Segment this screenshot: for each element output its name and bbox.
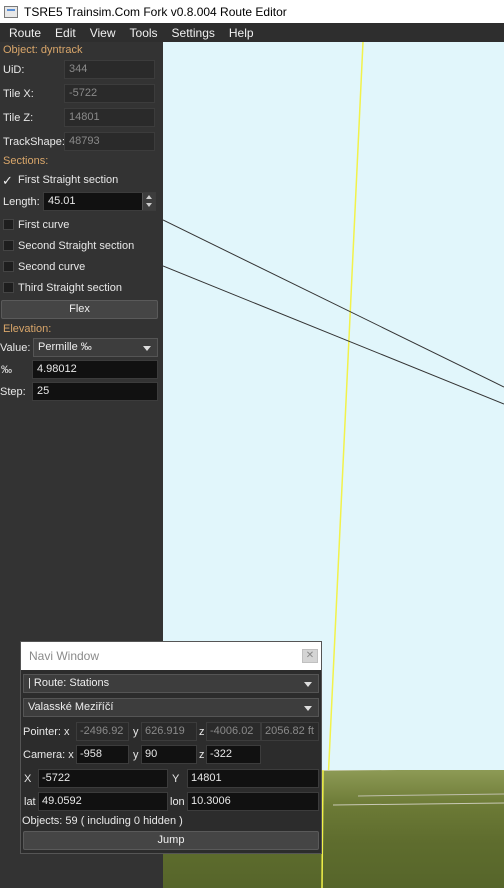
tile-x-input[interactable]: -5722 [38, 769, 168, 788]
trackshape-row: TrackShape: 48793 [0, 131, 163, 153]
step-row: Step: 25 [0, 381, 163, 403]
lat-label: lat [24, 796, 36, 808]
station-select[interactable]: Valasské Meziříčí [23, 698, 319, 717]
camera-label: Camera: x [23, 749, 74, 761]
camera-z-label: z [199, 749, 205, 761]
menu-bar: Route Edit View Tools Settings Help [0, 23, 504, 42]
spin-up-icon[interactable] [146, 195, 152, 199]
third-straight-checkbox[interactable] [3, 282, 14, 293]
pointer-ft-field: 2056.82 ft [261, 722, 319, 741]
tilez-field: 14801 [64, 108, 155, 127]
value-select[interactable]: Permille ‰ [33, 338, 158, 357]
pointer-y-label: y [133, 726, 139, 738]
second-straight-row[interactable]: Second Straight section [0, 235, 163, 257]
object-section-label: Object: dyntrack [3, 44, 83, 56]
pointer-y-field: 626.919 [141, 722, 197, 741]
station-select-text: Valasské Meziříčí [28, 701, 114, 713]
uid-field: 344 [64, 60, 155, 79]
tilez-row: Tile Z: 14801 [0, 107, 163, 129]
window-title: TSRE5 Trainsim.Com Fork v0.8.004 Route E… [24, 4, 287, 19]
trackshape-field: 48793 [64, 132, 155, 151]
first-curve-label: First curve [18, 219, 70, 231]
track-line-yellow [322, 42, 364, 888]
step-input[interactable]: 25 [32, 382, 158, 401]
menu-help[interactable]: Help [220, 26, 259, 40]
second-curve-row[interactable]: Second curve [0, 256, 163, 278]
length-value: 45.01 [48, 195, 76, 207]
trackshape-label: TrackShape: [3, 136, 65, 148]
permille-label: ‰ [1, 364, 12, 376]
navi-title-bar[interactable]: Navi Window ✕ [21, 642, 321, 670]
camera-z-input[interactable]: -322 [206, 745, 261, 764]
value-row: Value: Permille ‰ [0, 337, 163, 359]
value-label: Value: [0, 342, 31, 354]
first-curve-row[interactable]: First curve [0, 214, 163, 236]
tile-y-label: Y [172, 773, 180, 785]
track-line-2 [163, 265, 504, 405]
route-select-text: | Route: Stations [28, 677, 110, 689]
tilex-field: -5722 [64, 84, 155, 103]
menu-tools[interactable]: Tools [121, 26, 163, 40]
menu-edit[interactable]: Edit [46, 26, 81, 40]
camera-x-input[interactable]: -958 [76, 745, 129, 764]
chevron-down-icon [304, 682, 312, 687]
second-curve-label: Second curve [18, 261, 86, 273]
spin-down-icon[interactable] [146, 203, 152, 207]
tilez-label: Tile Z: [3, 112, 34, 124]
permille-input[interactable]: 4.98012 [32, 360, 158, 379]
flex-button[interactable]: Flex [1, 300, 158, 319]
lon-label: lon [170, 796, 185, 808]
close-icon[interactable]: ✕ [302, 649, 318, 663]
permille-row: ‰ 4.98012 [0, 359, 163, 381]
first-straight-checkbox[interactable]: ✓ [2, 174, 13, 187]
length-row: Length: 45.01 [0, 191, 163, 213]
camera-y-label: y [133, 749, 139, 761]
step-label: Step: [0, 386, 26, 398]
third-straight-row[interactable]: Third Straight section [0, 277, 163, 299]
lon-input[interactable]: 10.3006 [187, 792, 319, 811]
length-spinbox[interactable]: 45.01 [43, 192, 156, 211]
first-curve-checkbox[interactable] [3, 219, 14, 230]
chevron-down-icon [304, 706, 312, 711]
first-straight-label: First Straight section [18, 174, 119, 186]
uid-label: UiD: [3, 64, 25, 76]
track-line-1 [163, 219, 504, 388]
pointer-z-label: z [199, 726, 205, 738]
second-straight-checkbox[interactable] [3, 240, 14, 251]
jump-button[interactable]: Jump [23, 831, 319, 850]
elevation-label: Elevation: [3, 323, 52, 335]
tile-x-label: X [24, 773, 32, 785]
first-straight-row[interactable]: ✓ First Straight section [0, 169, 163, 191]
tilex-row: Tile X: -5722 [0, 83, 163, 105]
menu-view[interactable]: View [81, 26, 121, 40]
value-select-text: Permille ‰ [38, 341, 92, 353]
pointer-label: Pointer: x [23, 726, 70, 738]
tilex-label: Tile X: [3, 88, 34, 100]
navi-window: Navi Window ✕ | Route: Stations Valasské… [20, 641, 322, 854]
lat-input[interactable]: 49.0592 [38, 792, 168, 811]
menu-route[interactable]: Route [0, 26, 46, 40]
length-spinner[interactable] [142, 193, 155, 210]
menu-settings[interactable]: Settings [163, 26, 220, 40]
uid-row: UiD: 344 [0, 59, 163, 81]
second-curve-checkbox[interactable] [3, 261, 14, 272]
tile-y-input[interactable]: 14801 [187, 769, 319, 788]
camera-y-input[interactable]: 90 [141, 745, 197, 764]
objects-count: Objects: 59 ( including 0 hidden ) [22, 815, 183, 827]
chevron-down-icon [143, 346, 151, 351]
length-label: Length: [3, 196, 40, 208]
route-select[interactable]: | Route: Stations [23, 674, 319, 693]
pointer-z-field: -4006.02 [206, 722, 261, 741]
navi-title: Navi Window [29, 649, 100, 663]
title-bar: TSRE5 Trainsim.Com Fork v0.8.004 Route E… [0, 0, 504, 23]
second-straight-label: Second Straight section [18, 240, 135, 252]
third-straight-label: Third Straight section [18, 282, 122, 294]
pointer-x-field: -2496.92 [76, 722, 129, 741]
app-icon [4, 5, 18, 18]
sections-label: Sections: [3, 155, 49, 167]
